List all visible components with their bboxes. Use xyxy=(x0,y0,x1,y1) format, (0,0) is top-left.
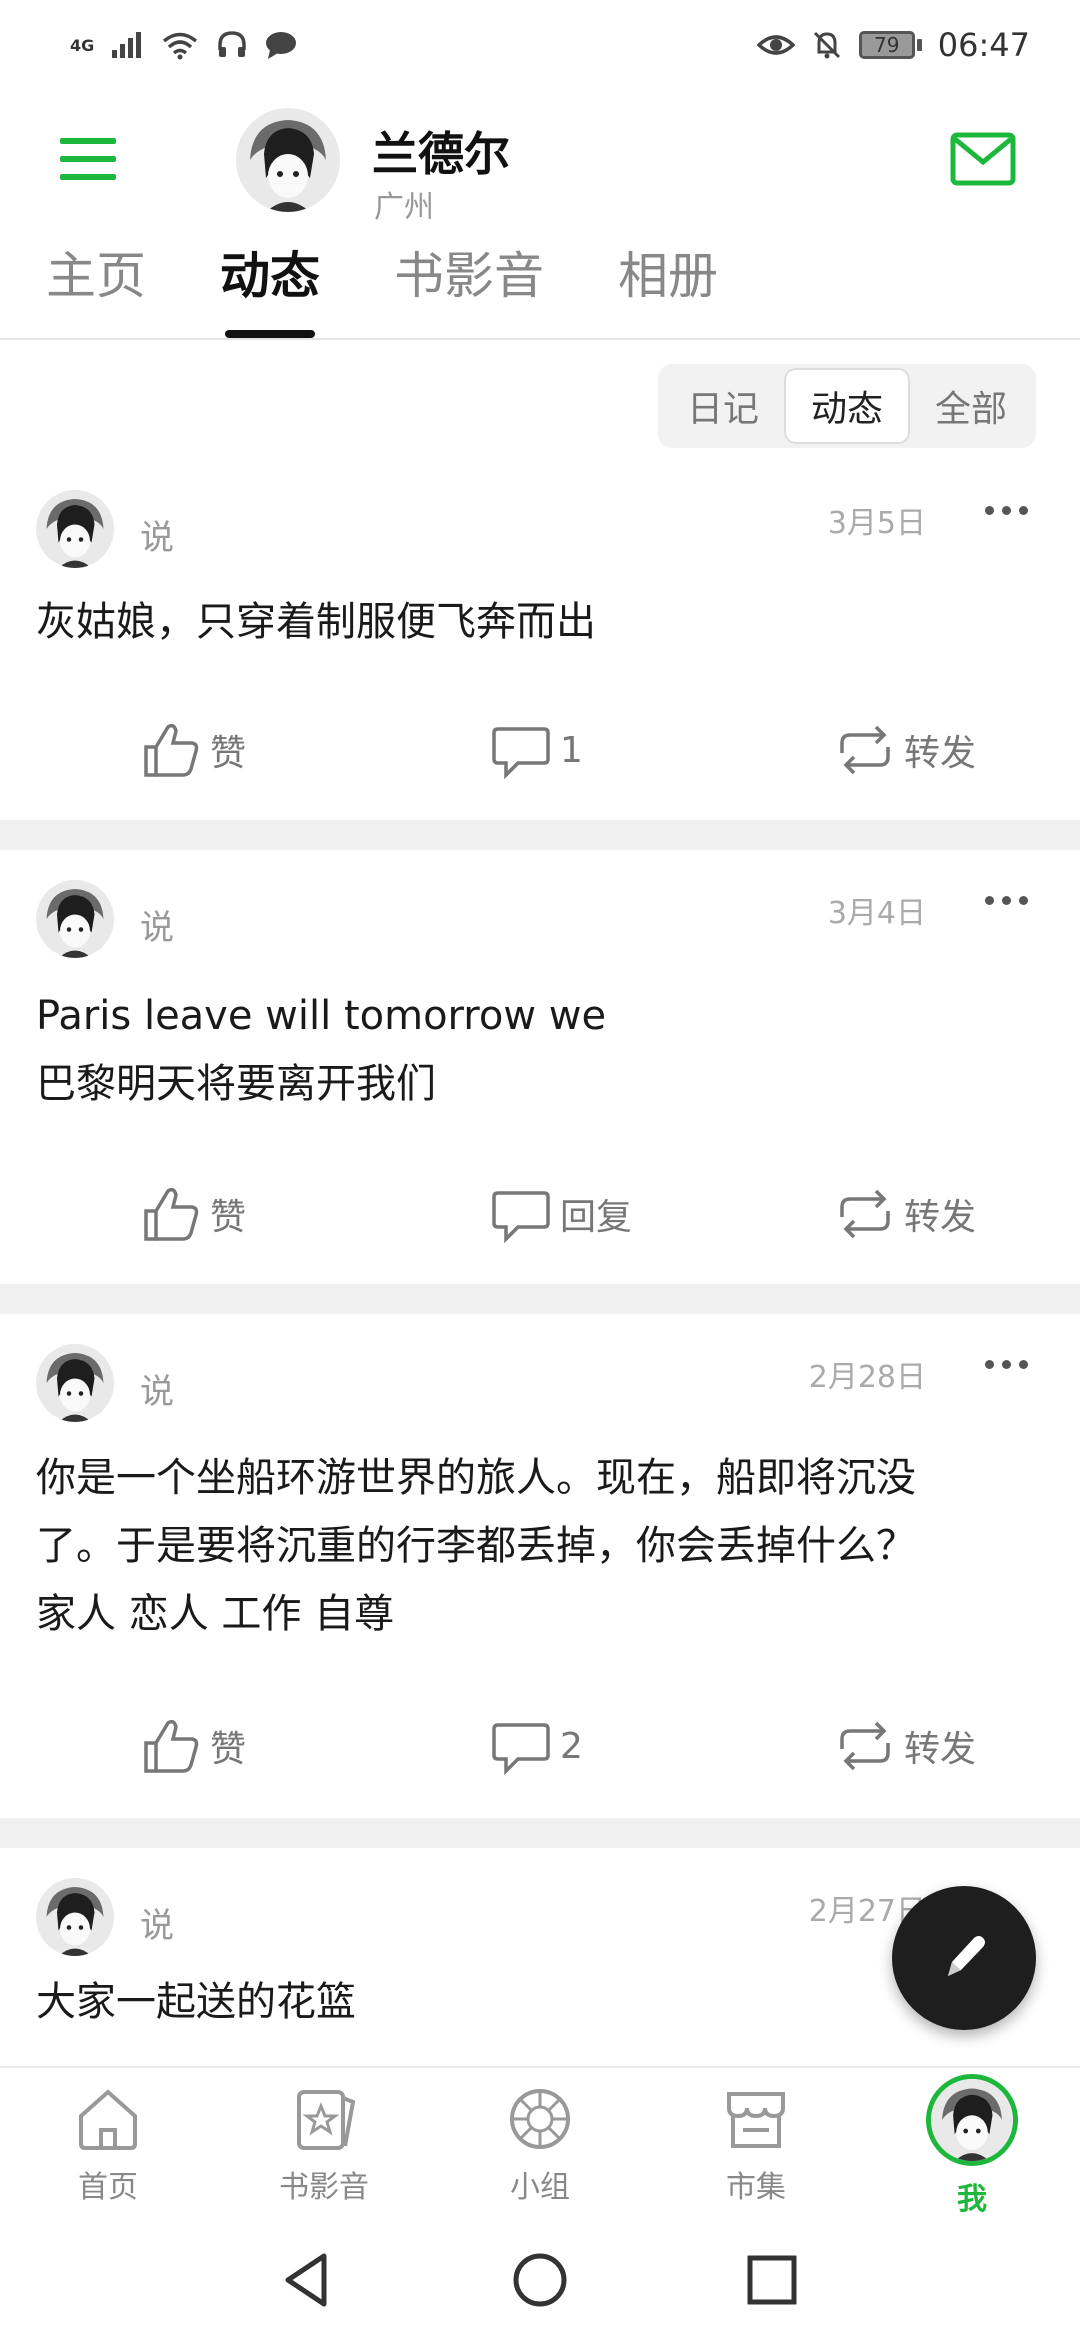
avatar[interactable] xyxy=(36,880,114,958)
like-button[interactable]: 赞 xyxy=(140,1174,246,1254)
home-icon xyxy=(79,2089,137,2150)
profile-name: 兰德尔 xyxy=(372,127,510,181)
more-options-button[interactable] xyxy=(966,1344,1046,1384)
back-icon[interactable] xyxy=(278,2250,338,2310)
compose-button[interactable] xyxy=(892,1886,1036,2030)
home-circle-icon[interactable] xyxy=(510,2250,570,2310)
tab-home[interactable]: 主页 xyxy=(46,236,146,308)
post-header: 说 3月5日 xyxy=(36,490,1046,570)
like-button[interactable]: 赞 xyxy=(140,1706,246,1786)
post-date: 2月28日 xyxy=(808,1360,926,1395)
post-divider xyxy=(0,820,1080,850)
pen-icon xyxy=(948,1936,985,1976)
share-button[interactable]: 转发 xyxy=(834,1174,976,1254)
avatar[interactable] xyxy=(36,1344,114,1422)
tab-media[interactable]: 书影音 xyxy=(394,236,544,308)
eye-icon xyxy=(756,35,795,55)
avatar[interactable] xyxy=(36,490,114,568)
bottom-navigation: 首页 书影音 小组 市集 我 xyxy=(0,2066,1080,2218)
tab-album[interactable]: 相册 xyxy=(618,236,718,308)
profile-header: 兰德尔 广州 xyxy=(0,90,1080,230)
post-actions: 赞 2 转发 xyxy=(0,1706,1080,1786)
menu-button[interactable] xyxy=(60,138,116,186)
message-icon xyxy=(266,32,297,59)
repost-icon xyxy=(840,1189,890,1239)
system-navigation xyxy=(0,2216,1080,2340)
group-icon xyxy=(510,2089,570,2149)
avatar[interactable] xyxy=(36,1878,114,1956)
share-button[interactable]: 转发 xyxy=(834,710,976,790)
status-bar: 4G 79 06:47 xyxy=(0,0,1080,90)
post-text: Paris leave will tomorrow we 巴黎明天将要离开我们 xyxy=(36,993,607,1107)
post-type-label: 说 xyxy=(140,518,174,558)
post-header: 说 2月28日 xyxy=(36,1344,1046,1424)
post-actions: 赞 回复 转发 xyxy=(0,1174,1080,1254)
feed-filter: 日记 动态 全部 xyxy=(658,364,1036,448)
comment-button[interactable]: 2 xyxy=(490,1706,583,1786)
repost-icon xyxy=(840,725,890,775)
filter-diary[interactable]: 日记 xyxy=(662,368,784,444)
post-divider xyxy=(0,1818,1080,1848)
post-actions: 赞 1 转发 xyxy=(0,710,1080,790)
feed-post: 说 3月5日 灰姑娘，只穿着制服便飞奔而出 赞 1 转发 xyxy=(0,460,1080,820)
filter-status[interactable]: 动态 xyxy=(784,368,910,444)
comment-button[interactable]: 回复 xyxy=(490,1174,632,1254)
comment-button[interactable]: 1 xyxy=(490,710,583,790)
share-button[interactable]: 转发 xyxy=(834,1706,976,1786)
post-text: 灰姑娘，只穿着制服便飞奔而出 xyxy=(36,599,596,645)
comment-icon xyxy=(492,727,550,780)
profile-tabs: 主页 动态 书影音 相册 xyxy=(0,230,1080,340)
comment-icon xyxy=(492,1723,550,1776)
network-label: 4G xyxy=(70,35,95,55)
thumbs-up-icon xyxy=(144,1719,199,1773)
avatar[interactable] xyxy=(236,108,340,212)
battery-indicator: 79 xyxy=(858,31,915,59)
thumbs-up-icon xyxy=(144,723,199,777)
nav-groups[interactable]: 小组 xyxy=(460,2084,620,2206)
wifi-icon xyxy=(163,32,198,60)
profile-location: 广州 xyxy=(374,190,434,225)
post-text: 你是一个坐船环游世界的旅人。现在，船即将沉没 了。于是要将沉重的行李都丢掉，你会… xyxy=(36,1455,916,1637)
nav-me[interactable]: 我 xyxy=(892,2074,1052,2218)
mail-button[interactable] xyxy=(950,132,1016,186)
nav-market[interactable]: 市集 xyxy=(676,2084,836,2206)
nav-media[interactable]: 书影音 xyxy=(244,2084,404,2206)
headset-icon xyxy=(218,31,247,57)
tab-activity[interactable]: 动态 xyxy=(220,236,320,308)
mail-icon xyxy=(950,132,1016,186)
post-type-label: 说 xyxy=(140,908,174,948)
more-options-button[interactable] xyxy=(966,880,1046,920)
thumbs-up-icon xyxy=(144,1187,199,1241)
post-divider xyxy=(0,1284,1080,1314)
post-type-label: 说 xyxy=(140,1372,174,1412)
post-date: 3月5日 xyxy=(827,506,926,541)
post-date: 3月4日 xyxy=(827,896,926,931)
signal-icon xyxy=(112,32,142,58)
active-tab-indicator xyxy=(225,330,315,338)
repost-icon xyxy=(840,1721,890,1771)
more-options-button[interactable] xyxy=(966,490,1046,530)
avatar xyxy=(926,2074,1018,2166)
avatar-image xyxy=(236,108,340,212)
nav-home[interactable]: 首页 xyxy=(28,2084,188,2206)
filter-all[interactable]: 全部 xyxy=(910,368,1032,444)
mute-bell-icon xyxy=(813,31,840,59)
feed-post: 说 3月4日 Paris leave will tomorrow we 巴黎明天… xyxy=(0,850,1080,1284)
book-star-icon xyxy=(297,2090,356,2150)
comment-icon xyxy=(492,1191,550,1244)
recents-icon[interactable] xyxy=(742,2250,802,2310)
post-type-label: 说 xyxy=(140,1906,174,1946)
post-header: 说 3月4日 xyxy=(36,880,1046,960)
clock: 06:47 xyxy=(937,26,1030,64)
store-icon xyxy=(727,2092,785,2148)
like-button[interactable]: 赞 xyxy=(140,710,246,790)
feed-post: 说 2月28日 你是一个坐船环游世界的旅人。现在，船即将沉没 了。于是要将沉重的… xyxy=(0,1314,1080,1818)
